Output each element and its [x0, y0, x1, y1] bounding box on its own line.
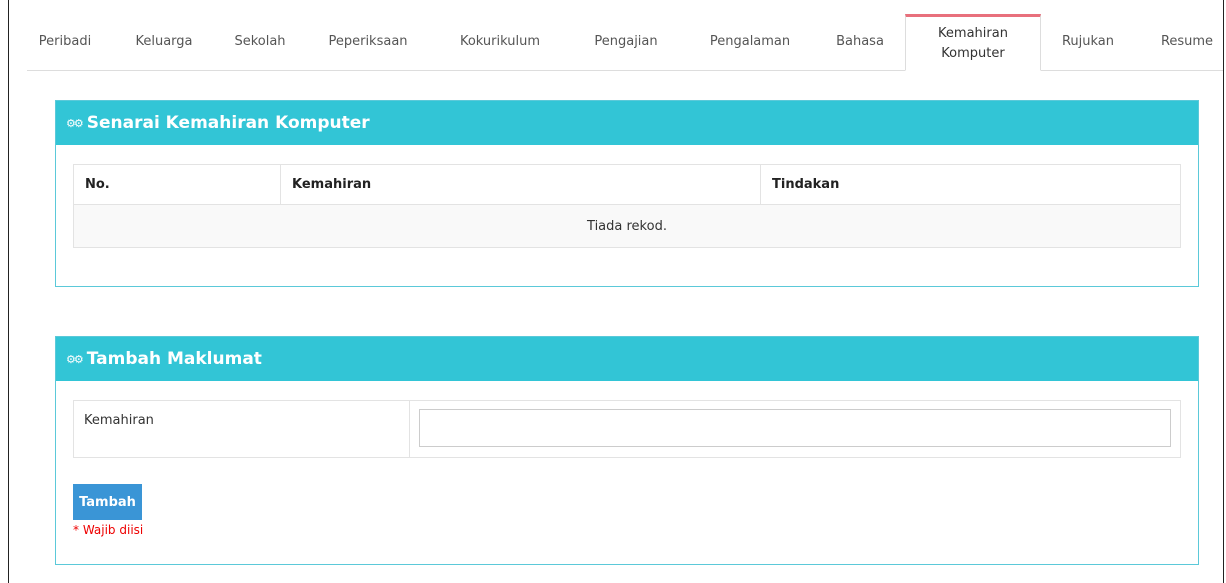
page-frame: Peribadi Keluarga Sekolah Peperiksaan Ko… [8, 0, 1224, 583]
kemahiran-label: Kemahiran [74, 401, 410, 457]
tab-resume[interactable]: Resume [1151, 14, 1223, 70]
form-panel-heading: ⚙⚙ Tambah Maklumat [56, 337, 1198, 381]
form-panel: ⚙⚙ Tambah Maklumat Kemahiran Tambah * Wa… [55, 336, 1199, 565]
tab-rujukan[interactable]: Rujukan [1051, 14, 1125, 70]
tab-bahasa[interactable]: Bahasa [827, 14, 893, 70]
table-header-row: No. Kemahiran Tindakan [73, 164, 1181, 205]
list-panel: ⚙⚙ Senarai Kemahiran Komputer No. Kemahi… [55, 100, 1199, 287]
kemahiran-form-row: Kemahiran [73, 400, 1181, 458]
kemahiran-input[interactable] [419, 409, 1171, 447]
column-header-no: No. [73, 164, 281, 205]
tab-peribadi[interactable]: Peribadi [27, 14, 103, 70]
tab-kemahiran-komputer[interactable]: Kemahiran Komputer [905, 14, 1041, 71]
list-panel-heading: ⚙⚙ Senarai Kemahiran Komputer [56, 101, 1198, 145]
tab-pengajian[interactable]: Pengajian [582, 14, 670, 70]
tab-keluarga[interactable]: Keluarga [123, 14, 205, 70]
tab-pengalaman[interactable]: Pengalaman [700, 14, 800, 70]
tambah-button[interactable]: Tambah [73, 484, 142, 520]
column-header-kemahiran: Kemahiran [280, 164, 761, 205]
empty-message: Tiada rekod. [73, 204, 1181, 248]
tab-peperiksaan[interactable]: Peperiksaan [318, 14, 418, 70]
list-panel-title: Senarai Kemahiran Komputer [86, 113, 370, 133]
tab-bar: Peribadi Keluarga Sekolah Peperiksaan Ko… [27, 14, 1223, 71]
skills-table: No. Kemahiran Tindakan Tiada rekod. [73, 164, 1181, 248]
table-row: Tiada rekod. [73, 204, 1181, 248]
column-header-tindakan: Tindakan [760, 164, 1181, 205]
gears-icon: ⚙⚙ [66, 116, 84, 130]
kemahiran-input-wrap [410, 401, 1180, 457]
tab-sekolah[interactable]: Sekolah [223, 14, 297, 70]
required-note: * Wajib diisi [73, 523, 144, 537]
tab-kokurikulum[interactable]: Kokurikulum [451, 14, 549, 70]
gears-icon: ⚙⚙ [66, 352, 84, 366]
form-panel-title: Tambah Maklumat [86, 349, 262, 369]
